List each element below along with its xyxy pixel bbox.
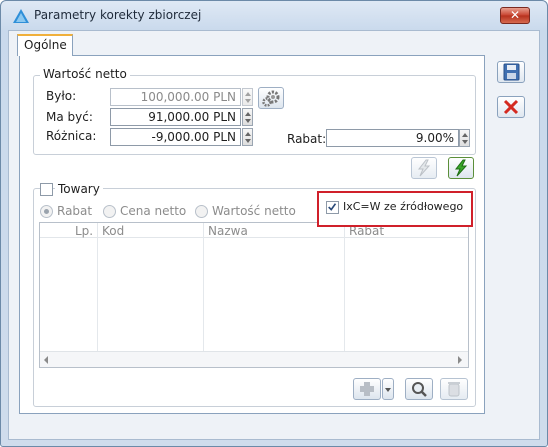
- ma-byc-spinner[interactable]: [242, 108, 253, 126]
- lightning-icon: [454, 159, 468, 177]
- calc-disabled-button: [411, 157, 437, 179]
- checkmark-icon: [328, 203, 337, 211]
- add-button[interactable]: [353, 378, 381, 400]
- bylo-label: Było:: [46, 89, 77, 103]
- magnifier-icon: [412, 382, 427, 397]
- items-grid[interactable]: Lp. Kod Nazwa Rabat: [39, 222, 469, 368]
- radio-rabat-label: Rabat: [57, 204, 93, 218]
- wartosc-netto-legend: Wartość netto: [40, 67, 130, 81]
- radio-cena-netto-label: Cena netto: [120, 204, 187, 218]
- calc-button[interactable]: [448, 157, 474, 179]
- red-x-icon: [503, 99, 519, 115]
- ma-byc-field[interactable]: 91,000.00 PLN: [110, 108, 241, 126]
- rabat-label: Rabat:: [287, 132, 327, 146]
- save-button[interactable]: [497, 61, 525, 83]
- gear-icon: [262, 90, 280, 107]
- radio-wartosc-netto-label: Wartość netto: [212, 204, 296, 218]
- app-logo-icon: [13, 9, 29, 23]
- radio-wartosc-netto[interactable]: [195, 205, 208, 218]
- radio-rabat[interactable]: [40, 205, 53, 218]
- rabat-field[interactable]: 9.00%: [326, 129, 459, 147]
- roznica-field[interactable]: -9,000.00 PLN: [110, 128, 241, 146]
- grid-divider: [203, 223, 204, 351]
- title-bar: Parametry korekty zbiorczej ✕: [1, 1, 547, 29]
- radio-cena-netto[interactable]: [103, 205, 116, 218]
- roznica-spinner[interactable]: [242, 128, 253, 146]
- grid-divider: [344, 223, 345, 351]
- ixcw-label: IxC=W ze źródłowego: [343, 200, 464, 213]
- towary-label: Towary: [55, 182, 103, 196]
- scroll-left-arrow-icon[interactable]: [44, 356, 48, 364]
- scroll-right-arrow-icon[interactable]: [458, 356, 462, 364]
- grid-horizontal-scrollbar[interactable]: [40, 351, 468, 367]
- window-title: Parametry korekty zbiorczej: [34, 8, 202, 22]
- plus-icon: [360, 382, 374, 396]
- lightning-disabled-icon: [417, 159, 431, 177]
- bylo-spinner: [242, 88, 253, 106]
- trash-icon: [448, 382, 460, 397]
- delete-button: [440, 378, 468, 400]
- chevron-down-icon: [385, 388, 391, 392]
- tab-ogolne[interactable]: Ogólne: [17, 34, 73, 56]
- bylo-field: 100,000.00 PLN: [110, 88, 241, 106]
- close-button[interactable]: ✕: [500, 7, 530, 24]
- towary-checkbox[interactable]: [40, 183, 53, 196]
- add-dropdown-button[interactable]: [382, 378, 394, 400]
- rabat-spinner[interactable]: [459, 129, 470, 147]
- ixcw-highlight-box: IxC=W ze źródłowego: [317, 191, 473, 227]
- floppy-icon: [503, 63, 520, 81]
- cancel-button[interactable]: [497, 96, 525, 118]
- settings-button[interactable]: [258, 87, 284, 109]
- ma-byc-label: Ma być:: [46, 110, 93, 124]
- col-header-kod[interactable]: Kod: [102, 224, 124, 238]
- col-header-nazwa[interactable]: Nazwa: [208, 224, 248, 238]
- roznica-label: Różnica:: [46, 129, 97, 143]
- col-header-lp[interactable]: Lp.: [75, 224, 93, 238]
- ixcw-checkbox[interactable]: [326, 201, 339, 214]
- search-button[interactable]: [405, 378, 433, 400]
- grid-divider: [97, 223, 98, 351]
